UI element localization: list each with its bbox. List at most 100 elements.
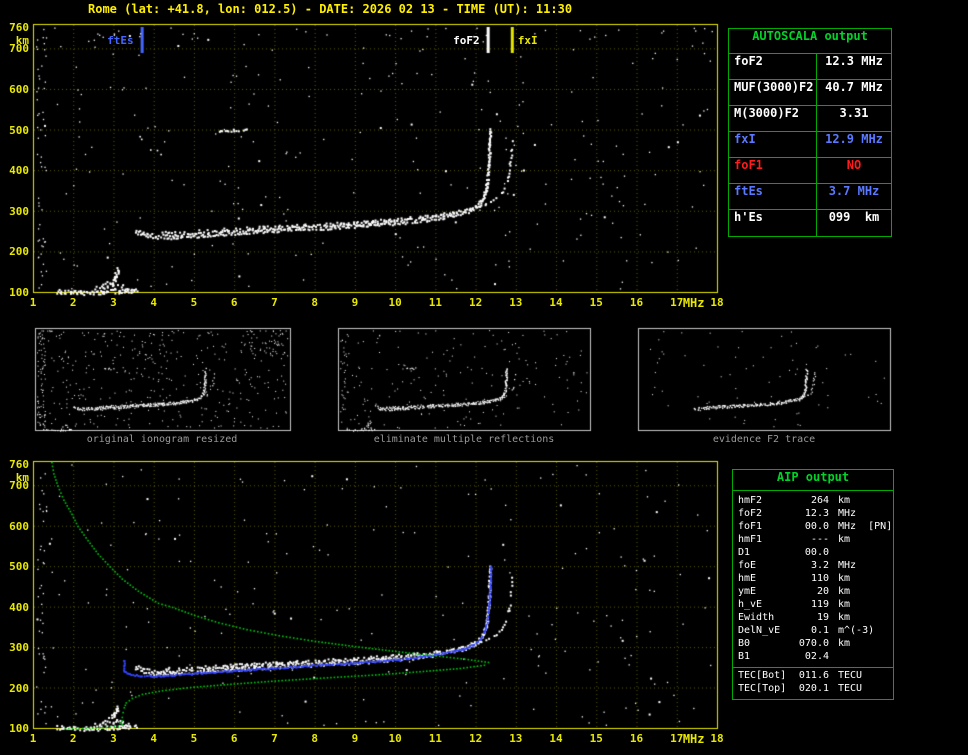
autoscala-row-fxI: fxI 12.9 MHz bbox=[729, 132, 891, 158]
y-tick-label: 400 bbox=[9, 600, 29, 614]
aip-param-label: hmF2 bbox=[738, 495, 763, 506]
aip-param-label: TEC[Top] bbox=[738, 683, 787, 694]
autoscala-row-foF1: foF1 NO bbox=[729, 158, 891, 184]
x-tick-label: 5 bbox=[190, 732, 198, 745]
aip-row-foE: foE 3.2 MHz bbox=[733, 560, 893, 573]
autoscala-param-value: 099 km bbox=[828, 210, 880, 224]
aip-row-TEC[Top]: TEC[Top] 020.1 TECU bbox=[733, 683, 893, 696]
aip-param-unit: MHz bbox=[838, 560, 857, 571]
autoscala-param-value: 3.31 bbox=[839, 106, 869, 120]
caption-original-ionogram: original ionogram resized bbox=[86, 434, 238, 445]
aip-row-hmF2: hmF2 264 km bbox=[733, 495, 893, 508]
aip-param-label: B1 bbox=[738, 651, 751, 662]
autoscala-row-ftEs: ftEs 3.7 MHz bbox=[729, 184, 891, 210]
y-tick-label: 600 bbox=[9, 519, 29, 533]
aip-row-hmF1: hmF1 --- km bbox=[733, 534, 893, 547]
x-tick-label: 3 bbox=[110, 732, 117, 745]
x-tick-label: 8 bbox=[311, 732, 318, 745]
x-axis-unit-label: MHz bbox=[682, 296, 705, 310]
y-tick-label: 100 bbox=[9, 722, 29, 735]
x-tick-label: 15 bbox=[589, 296, 603, 309]
x-tick-label: 16 bbox=[629, 296, 644, 309]
x-tick-label: 9 bbox=[351, 732, 359, 745]
x-tick-label: 7 bbox=[271, 732, 278, 745]
aip-param-label: Ewidth bbox=[738, 612, 775, 623]
autoscala-table-header: AUTOSCALA output bbox=[729, 29, 891, 54]
aip-row-B1: B1 02.4 bbox=[733, 651, 893, 664]
aip-param-unit bbox=[829, 651, 838, 664]
x-axis-unit-label: MHz bbox=[682, 732, 705, 746]
aip-param-value: --- bbox=[810, 534, 829, 545]
x-tick-label: 4 bbox=[150, 296, 158, 309]
aip-param-value: 00.0 bbox=[804, 521, 829, 532]
aip-param-label: hmF1 bbox=[738, 534, 763, 545]
x-tick-label: 14 bbox=[549, 296, 563, 309]
aip-row-foF1: foF1 00.0 MHz [PN] bbox=[733, 521, 893, 534]
y-top-tick-label: 760 bbox=[9, 458, 29, 471]
y-top-tick-label: 760 bbox=[9, 21, 29, 34]
x-tick-label: 7 bbox=[271, 296, 278, 309]
aip-param-label: DelN_vE bbox=[738, 625, 781, 636]
y-tick-label: 200 bbox=[9, 681, 29, 695]
y-tick-label: 300 bbox=[9, 641, 29, 655]
aip-param-label: TEC[Bot] bbox=[738, 670, 787, 681]
aip-param-unit bbox=[829, 547, 838, 560]
aip-param-label: hmE bbox=[738, 573, 757, 584]
aip-param-label: foE bbox=[738, 560, 757, 571]
aip-param-value: 070.0 bbox=[798, 638, 829, 649]
aip-param-unit: TECU bbox=[838, 683, 863, 694]
aip-row-foF2: foF2 12.3 MHz bbox=[733, 508, 893, 521]
y-tick-label: 300 bbox=[9, 204, 29, 218]
aip-param-value: 011.6 bbox=[798, 670, 829, 681]
tec-table-rows: TEC[Bot] 011.6 TECU TEC[Top] 020.1 TECU bbox=[733, 670, 893, 696]
aip-param-value: 020.1 bbox=[798, 683, 829, 694]
x-tick-label: 6 bbox=[230, 296, 238, 309]
aip-param-unit: km bbox=[838, 586, 851, 597]
aip-param-value: 0.1 bbox=[810, 625, 829, 636]
aip-param-unit: MHz [PN] bbox=[838, 521, 893, 532]
x-tick-label: 2 bbox=[69, 732, 77, 745]
aip-param-value: 19 bbox=[816, 612, 829, 623]
y-tick-label: 100 bbox=[9, 286, 29, 299]
tec-separator bbox=[733, 667, 893, 668]
x-tick-label: 11 bbox=[428, 296, 442, 309]
x-tick-label: 5 bbox=[190, 296, 198, 309]
x-tick-label: 15 bbox=[589, 732, 603, 745]
autoscala-output-table: AUTOSCALA output foF2 12.3 MHz MUF(3000)F2… bbox=[728, 28, 892, 237]
x-tick-label: 16 bbox=[629, 732, 644, 745]
x-tick-label: 8 bbox=[311, 296, 318, 309]
y-axis-unit-label: km bbox=[15, 471, 29, 484]
autoscala-row-h'Es: h'Es 099 km bbox=[729, 210, 891, 236]
aip-param-value: 02.4 bbox=[804, 651, 829, 662]
aip-param-label: B0 bbox=[738, 638, 751, 649]
autoscala-row-M(3000)F2: M(3000)F2 3.31 bbox=[729, 106, 891, 132]
aip-table-header: AIP output bbox=[733, 470, 893, 491]
autoscala-param-label: MUF(3000)F2 bbox=[729, 80, 817, 105]
aip-param-value: 110 bbox=[810, 573, 829, 584]
aip-row-Ewidth: Ewidth 19 km bbox=[733, 612, 893, 625]
aip-param-label: ymE bbox=[738, 586, 757, 597]
x-tick-label: 12 bbox=[468, 732, 483, 745]
x-tick-label: 10 bbox=[388, 732, 402, 745]
x-tick-label: 17 bbox=[670, 296, 684, 309]
x-tick-label: 11 bbox=[428, 732, 442, 745]
x-tick-label: 18 bbox=[710, 296, 724, 309]
x-tick-label: 6 bbox=[230, 732, 238, 745]
autoscala-table-rows: foF2 12.3 MHz MUF(3000)F2 40.7 MHz M(3000)F2… bbox=[729, 54, 891, 236]
aip-row-hmE: hmE 110 km bbox=[733, 573, 893, 586]
autoscala-param-label: ftEs bbox=[729, 184, 817, 209]
autoscala-param-value: NO bbox=[846, 158, 862, 172]
aip-output-table: AIP output hmF2 264 km foF2 12.3 MHz foF1 00.0 M… bbox=[732, 469, 894, 700]
aip-param-value: 264 bbox=[810, 495, 829, 506]
aip-param-unit: km bbox=[838, 612, 851, 623]
x-tick-label: 9 bbox=[351, 296, 359, 309]
autoscala-param-label: h'Es bbox=[729, 210, 817, 236]
x-tick-label: 14 bbox=[549, 732, 563, 745]
y-tick-label: 400 bbox=[9, 164, 29, 178]
autoscala-param-value: 12.9 MHz bbox=[825, 132, 883, 146]
aip-param-unit: km bbox=[838, 534, 851, 545]
x-tick-label: 17 bbox=[670, 732, 684, 745]
aip-param-unit: TECU bbox=[838, 670, 863, 681]
aip-row-ymE: ymE 20 km bbox=[733, 586, 893, 599]
aip-param-label: D1 bbox=[738, 547, 751, 558]
